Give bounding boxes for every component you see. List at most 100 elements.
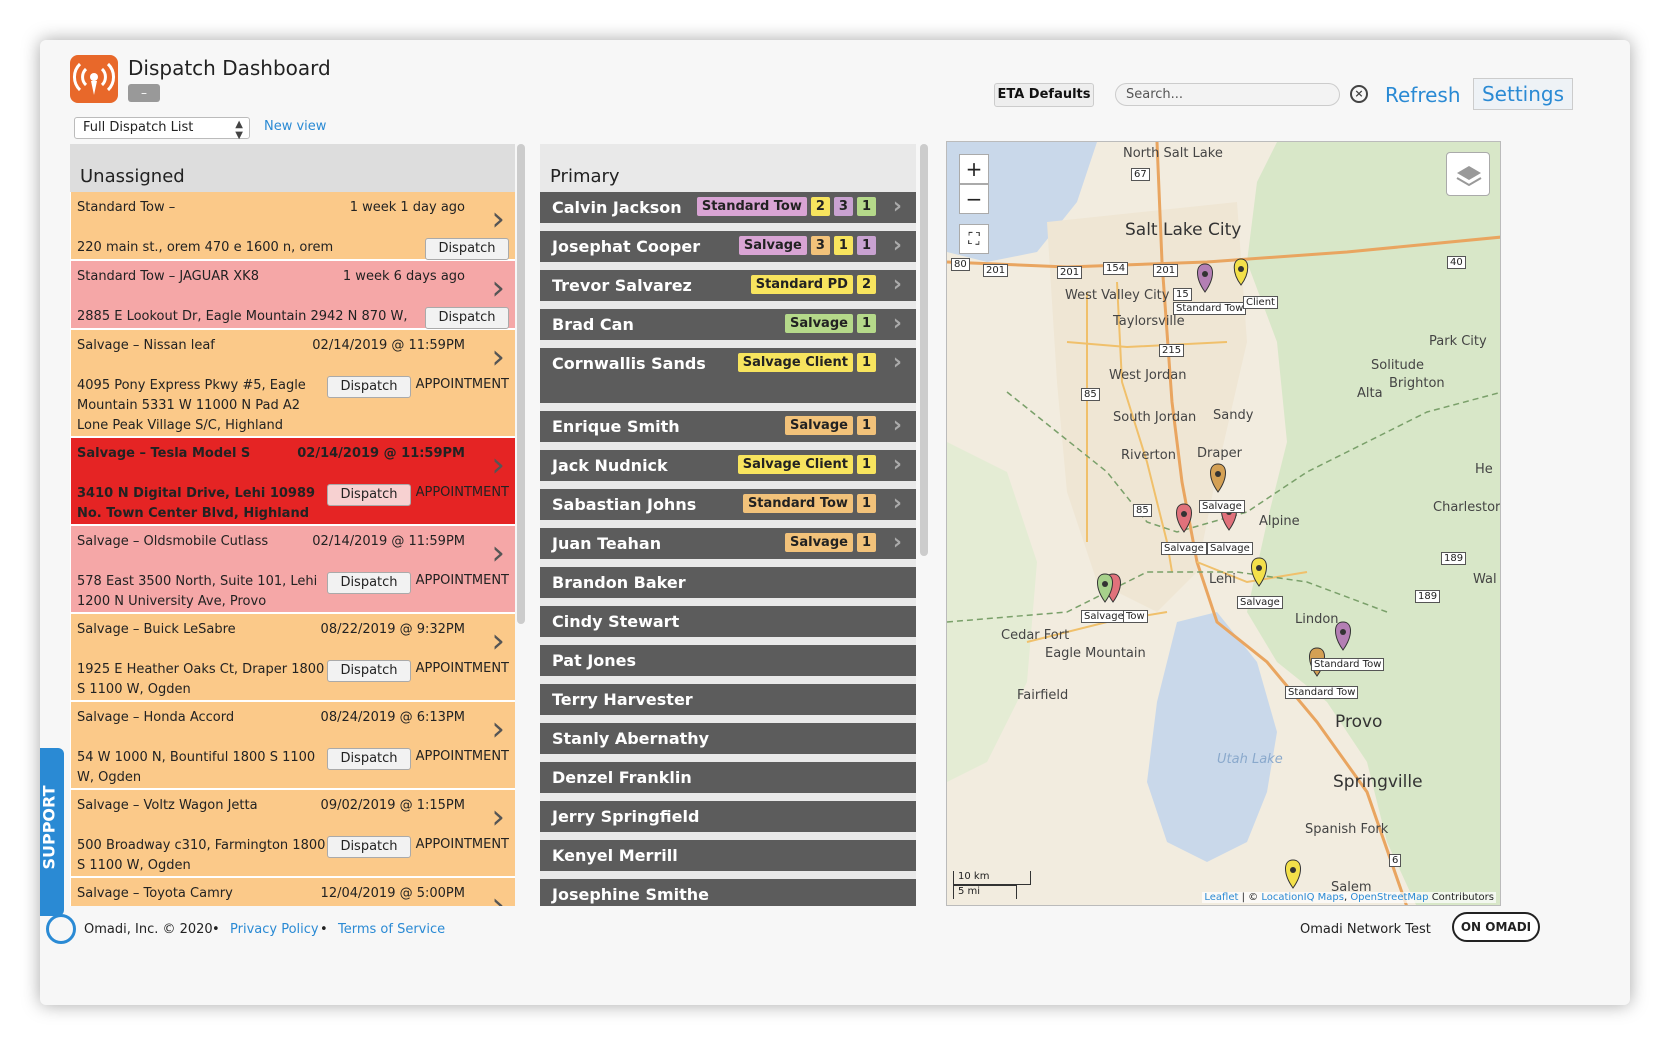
driver-row[interactable]: Cornwallis Sands Salvage Client 1 › (540, 348, 916, 403)
primary-column: Primary Calvin Jackson Standard Tow 2 3 1 › Jo… (540, 144, 916, 906)
support-tab[interactable]: SUPPORT (40, 748, 64, 916)
job-count-badge: 1 (856, 533, 876, 552)
driver-row[interactable]: Brad Can Salvage 1 › (540, 309, 916, 340)
eta-defaults-button[interactable]: ETA Defaults (994, 83, 1094, 107)
map-attribution: Leaflet | © LocationIQ Maps, OpenStreetM… (1202, 892, 1496, 903)
dispatch-button[interactable]: Dispatch (327, 572, 411, 594)
search-input[interactable]: Search... (1115, 83, 1340, 106)
job-row[interactable]: Salvage – Oldsmobile Cutlass 02/14/2019 @… (70, 526, 515, 614)
driver-row[interactable]: Juan Teahan Salvage 1 › (540, 528, 916, 559)
osm-link[interactable]: OpenStreetMap (1350, 892, 1428, 903)
chevron-right-icon[interactable]: › (491, 448, 505, 482)
job-row[interactable]: Salvage – Honda Accord 08/24/2019 @ 6:13P… (70, 702, 515, 790)
job-row[interactable]: Salvage – Toyota Camry 12/04/2019 @ 5:00P… (70, 878, 515, 906)
chevron-right-icon[interactable]: › (893, 272, 902, 297)
driver-row[interactable]: Sabastian Johns Standard Tow 1 › (540, 489, 916, 520)
chevron-right-icon[interactable]: › (893, 413, 902, 438)
locationiq-link[interactable]: LocationIQ Maps (1261, 892, 1344, 903)
leaflet-link[interactable]: Leaflet (1204, 892, 1238, 903)
driver-row[interactable]: Enrique Smith Salvage 1 › (540, 411, 916, 442)
map-place-label: Draper (1197, 446, 1242, 461)
job-row[interactable]: Salvage – Voltz Wagon Jetta 09/02/2019 @ … (70, 790, 515, 878)
zoom-in-button[interactable]: + (959, 154, 989, 184)
chevron-right-icon[interactable]: › (491, 624, 505, 658)
driver-row[interactable]: Denzel Franklin (540, 762, 916, 793)
chevron-right-icon[interactable]: › (491, 712, 505, 746)
driver-tags: Salvage 1 (784, 533, 876, 552)
driver-row[interactable]: Trevor Salvarez Standard PD 2 › (540, 270, 916, 301)
job-count-badge: 3 (833, 197, 853, 216)
chevron-right-icon[interactable]: › (491, 536, 505, 570)
chevron-right-icon[interactable]: › (893, 452, 902, 477)
road-shield: 80 (951, 258, 970, 271)
driver-row[interactable]: Kenyel Merrill (540, 840, 916, 871)
job-row[interactable]: Salvage – Buick LeSabre 08/22/2019 @ 9:32… (70, 614, 515, 702)
job-title: Salvage – Nissan leaf (77, 338, 215, 353)
driver-row[interactable]: Calvin Jackson Standard Tow 2 3 1 › (540, 192, 916, 223)
driver-row[interactable]: Terry Harvester (540, 684, 916, 715)
support-circle-icon[interactable] (46, 914, 76, 944)
driver-row[interactable]: Brandon Baker (540, 567, 916, 598)
map-place-label: Charlestor (1433, 500, 1501, 515)
chevron-right-icon[interactable]: › (491, 340, 505, 374)
map-place-label: He (1475, 462, 1493, 477)
map-place-label: West Valley City (1065, 288, 1170, 303)
dispatch-button[interactable]: Dispatch (327, 484, 411, 506)
attribution-separator: | © (1238, 892, 1262, 903)
driver-row[interactable]: Jerry Springfield (540, 801, 916, 832)
driver-row[interactable]: Josephat Cooper Salvage 3 1 1 › (540, 231, 916, 262)
chevron-right-icon[interactable]: › (893, 491, 902, 516)
chevron-right-icon[interactable]: › (893, 350, 902, 375)
job-row[interactable]: Salvage – Nissan leaf 02/14/2019 @ 11:59P… (70, 330, 515, 438)
chevron-right-icon[interactable]: › (491, 202, 505, 236)
driver-row[interactable]: Cindy Stewart (540, 606, 916, 637)
driver-name: Terry Harvester (552, 690, 693, 709)
unassigned-scrollbar[interactable] (517, 144, 525, 624)
job-count-badge: Salvage (784, 416, 853, 435)
dispatch-button[interactable]: Dispatch (327, 376, 411, 398)
omadi-network-logo: ON OMADI (1452, 912, 1540, 942)
map-place-label: Spanish Fork (1305, 822, 1389, 837)
appointment-label: APPOINTMENT (415, 837, 509, 852)
terms-of-service-link[interactable]: Terms of Service (338, 922, 445, 937)
layers-icon[interactable] (1446, 152, 1490, 196)
road-shield: 189 (1441, 552, 1467, 565)
driver-row[interactable]: Jack Nudnick Salvage Client 1 › (540, 450, 916, 481)
refresh-button[interactable]: Refresh (1385, 83, 1461, 107)
driver-row[interactable]: Josephine Smithe (540, 879, 916, 906)
driver-list: Calvin Jackson Standard Tow 2 3 1 › Josephat C… (540, 192, 916, 906)
map-place-label: Wal (1473, 572, 1497, 587)
chevron-right-icon[interactable]: › (491, 800, 505, 834)
job-title: Salvage – Oldsmobile Cutlass (77, 534, 269, 549)
zoom-out-button[interactable]: − (959, 184, 989, 214)
driver-name: Denzel Franklin (552, 768, 692, 787)
job-row[interactable]: Standard Tow – JAGUAR XK8 1 week 6 days a… (70, 261, 515, 344)
appointment-label: APPOINTMENT (415, 377, 509, 392)
chevron-right-icon[interactable]: › (491, 888, 505, 906)
dispatch-button[interactable]: Dispatch (425, 238, 509, 260)
dispatch-button[interactable]: Dispatch (327, 660, 411, 682)
driver-row[interactable]: Pat Jones (540, 645, 916, 676)
chevron-right-icon[interactable]: › (893, 194, 902, 219)
view-select[interactable]: Full Dispatch List ▲ ▼ (74, 117, 250, 141)
dispatch-button[interactable]: Dispatch (327, 836, 411, 858)
chevron-right-icon[interactable]: › (893, 233, 902, 258)
driver-tags: Standard PD 2 (750, 275, 876, 294)
job-row[interactable]: Standard Tow – 1 week 1 day ago › 220 main … (70, 192, 515, 261)
primary-scrollbar[interactable] (920, 144, 928, 556)
title-badge[interactable]: – (128, 84, 160, 102)
map[interactable]: + − ⛶ North Salt Lake Salt Lake City West … (946, 141, 1501, 906)
driver-row[interactable]: Stanly Abernathy (540, 723, 916, 754)
clear-search-icon[interactable]: × (1350, 85, 1368, 103)
chevron-right-icon[interactable]: › (893, 530, 902, 555)
fullscreen-icon[interactable]: ⛶ (959, 224, 989, 254)
privacy-policy-link[interactable]: Privacy Policy (230, 922, 319, 937)
job-row[interactable]: Salvage – Tesla Model S 02/14/2019 @ 11:5… (70, 438, 515, 526)
chevron-right-icon[interactable]: › (893, 311, 902, 336)
new-view-link[interactable]: New view (264, 119, 326, 134)
dispatch-button[interactable]: Dispatch (425, 307, 509, 329)
dispatch-button[interactable]: Dispatch (327, 748, 411, 770)
job-title: Salvage – Honda Accord (77, 710, 235, 725)
settings-button[interactable]: Settings (1473, 78, 1573, 110)
chevron-right-icon[interactable]: › (491, 271, 505, 305)
